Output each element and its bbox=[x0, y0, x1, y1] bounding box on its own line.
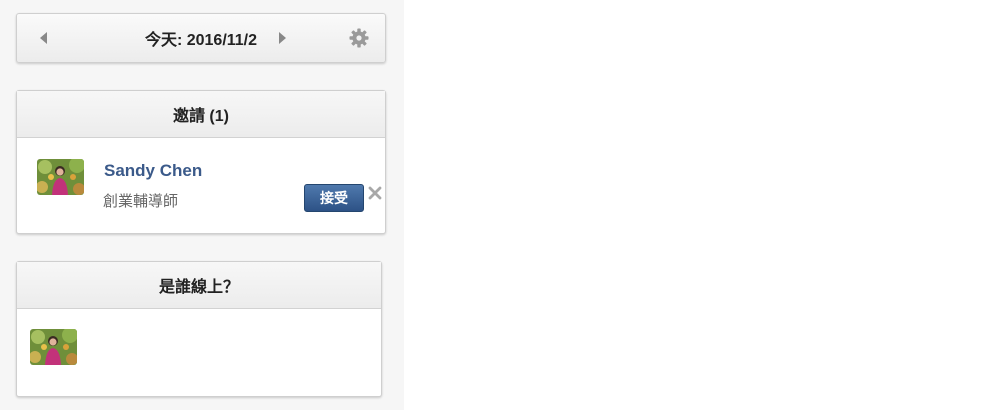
caret-right-icon[interactable] bbox=[279, 32, 286, 44]
online-users-list bbox=[17, 309, 381, 396]
invite-item: Sandy Chen 創業輔導師 接受 bbox=[17, 138, 385, 233]
invitations-panel: 邀請 (1) Sandy Chen 創業輔導師 接受 bbox=[16, 90, 386, 234]
invitations-title: 邀請 (1) bbox=[17, 91, 385, 138]
online-users-panel: 是誰線上？ bbox=[16, 261, 382, 397]
date-navigator: 今天: 2016/11/2 bbox=[16, 13, 386, 63]
avatar[interactable] bbox=[37, 159, 84, 195]
invite-name-link[interactable]: Sandy Chen bbox=[104, 161, 202, 181]
invite-job-title: 創業輔導師 bbox=[103, 193, 179, 210]
sidebar: 今天: 2016/11/2 邀請 (1) Sandy Chen 創業輔導師 接受… bbox=[0, 0, 404, 410]
gear-icon[interactable] bbox=[349, 28, 369, 48]
close-icon[interactable] bbox=[367, 185, 383, 201]
avatar[interactable] bbox=[30, 329, 77, 365]
accept-button[interactable]: 接受 bbox=[304, 184, 364, 212]
current-date-label: 今天: 2016/11/2 bbox=[144, 32, 258, 49]
online-users-title: 是誰線上？ bbox=[17, 262, 381, 309]
